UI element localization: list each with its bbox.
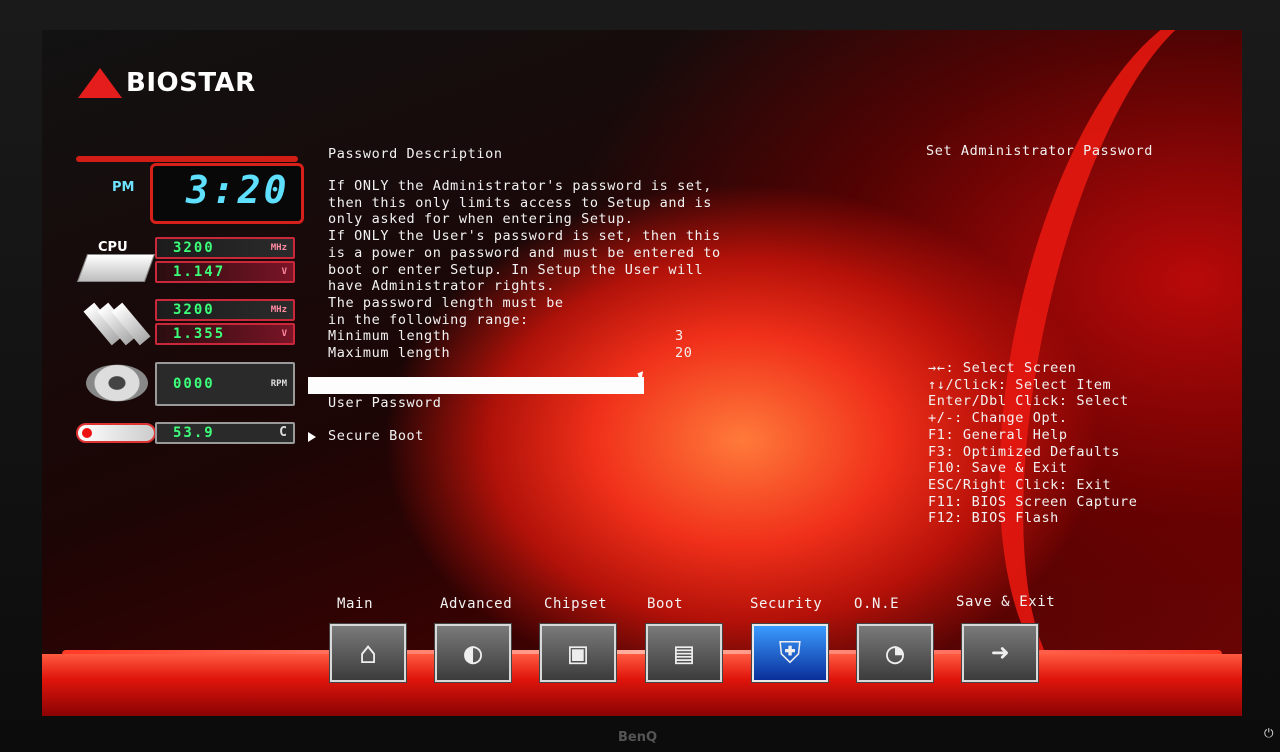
cpu-frequency-unit: MHz <box>270 243 287 253</box>
help-key: →←: Select Screen <box>928 360 1077 376</box>
description-line: in the following range: <box>328 311 529 328</box>
help-key: ESC/Right Click: Exit <box>928 476 1112 493</box>
bios-screen: BIOSTAR PM 3:20 CPU 3200 MHz 1.147 V 320… <box>42 30 1242 716</box>
help-title: Set Administrator Password <box>926 143 1153 159</box>
brand-logo: BIOSTAR <box>78 68 256 98</box>
drive-icon[interactable]: ▤ <box>646 624 722 682</box>
help-key: F3: Optimized Defaults <box>928 443 1121 460</box>
clock-time: 3:20 <box>186 168 290 212</box>
fan-speed-value: 0000 <box>173 376 215 392</box>
tab-chipset-label[interactable]: Chipset <box>544 596 607 612</box>
decorative-floor <box>42 654 1242 716</box>
description-line: only asked for when entering Setup. <box>328 211 634 228</box>
temperature-value: 53.9 <box>173 425 215 441</box>
max-length-label: Maximum length <box>328 345 451 361</box>
description-line: The password length must be <box>328 294 564 311</box>
cpu-voltage-readout: 1.147 V <box>155 261 295 283</box>
temperature-readout: 53.9 C <box>155 422 295 444</box>
help-key: F10: Save & Exit <box>928 460 1068 477</box>
administrator-password-item[interactable] <box>308 377 644 394</box>
memory-voltage-readout: 1.355 V <box>155 323 295 345</box>
secure-boot-item[interactable]: Secure Boot <box>328 428 424 445</box>
description-line: then this only limits access to Setup an… <box>328 194 713 211</box>
tab-save-exit-label[interactable]: Save & Exit <box>956 594 1055 610</box>
help-key: F1: General Help <box>928 426 1068 443</box>
submenu-arrow-icon <box>308 432 316 442</box>
memory-frequency-value: 3200 <box>173 302 215 318</box>
fan-speed-readout: 0000 RPM <box>155 362 295 406</box>
help-key: Enter/Dbl Click: Select <box>928 393 1129 410</box>
tab-boot-label[interactable]: Boot <box>647 596 683 612</box>
description-line: If ONLY the Administrator's password is … <box>328 178 713 194</box>
memory-module-icon <box>83 302 151 346</box>
memory-frequency-readout: 3200 MHz <box>155 299 295 321</box>
cpu-label: CPU <box>98 240 128 255</box>
cpu-frequency-value: 3200 <box>173 240 215 256</box>
memory-voltage-value: 1.355 <box>173 326 226 342</box>
fan-icon <box>86 364 148 402</box>
min-length-label: Minimum length <box>328 328 451 345</box>
shield-icon[interactable]: ⛨ <box>752 624 828 682</box>
thermometer-icon <box>76 423 156 443</box>
exit-icon[interactable]: ➜ <box>962 624 1038 682</box>
tab-main-label[interactable]: Main <box>337 596 373 612</box>
clock-ampm: PM <box>112 180 135 195</box>
help-key: +/-: Change Opt. <box>928 410 1068 427</box>
memory-voltage-unit: V <box>281 329 287 339</box>
min-length-value: 3 <box>675 328 684 345</box>
cpu-voltage-value: 1.147 <box>173 264 226 280</box>
memory-frequency-unit: MHz <box>270 305 287 315</box>
description-title: Password Description <box>328 146 503 162</box>
gauge-icon[interactable]: ◔ <box>857 624 933 682</box>
tab-one-label[interactable]: O.N.E <box>854 596 899 612</box>
description-line: is a power on password and must be enter… <box>328 244 721 261</box>
cpu-chip-icon <box>76 254 156 282</box>
home-icon[interactable]: ⌂ <box>330 624 406 682</box>
satellite-icon[interactable]: ◐ <box>435 624 511 682</box>
help-key: ↑↓/Click: Select Item <box>928 376 1112 393</box>
help-key: F11: BIOS Screen Capture <box>928 493 1138 510</box>
tab-security-label[interactable]: Security <box>750 596 822 612</box>
monitor-brand: BenQ <box>618 730 658 745</box>
description-line: boot or enter Setup. In Setup the User w… <box>328 261 704 278</box>
tab-advanced-label[interactable]: Advanced <box>440 596 512 612</box>
user-password-item[interactable]: User Password <box>328 395 441 412</box>
temperature-unit: C <box>279 425 287 440</box>
clock-accent-bar <box>76 156 298 162</box>
cpu-frequency-readout: 3200 MHz <box>155 237 295 259</box>
logo-triangle-icon <box>78 68 122 98</box>
brand-name: BIOSTAR <box>126 68 256 98</box>
description-line: have Administrator rights. <box>328 278 555 295</box>
chip-icon[interactable]: ▣ <box>540 624 616 682</box>
power-icon[interactable]: ⏻ <box>1264 726 1274 741</box>
help-key: F12: BIOS Flash <box>928 510 1059 527</box>
description-line: If ONLY the User's password is set, then… <box>328 228 721 245</box>
cpu-voltage-unit: V <box>281 267 287 277</box>
fan-speed-unit: RPM <box>270 379 287 389</box>
max-length-value: 20 <box>675 345 693 361</box>
